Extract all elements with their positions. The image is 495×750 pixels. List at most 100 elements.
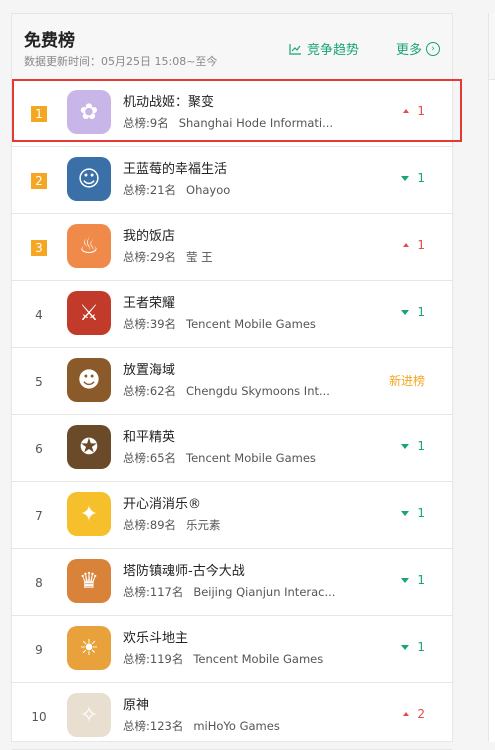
rank-number: 8	[35, 576, 43, 590]
overall-rank: 总榜:21名	[123, 183, 177, 197]
chevron-right-icon: ›	[426, 41, 441, 56]
app-name[interactable]: 原神	[123, 694, 149, 713]
update-time: 数据更新时间：05月25日 15:08~至今	[24, 55, 218, 68]
fantasy-hero-icon[interactable]: ♛	[67, 559, 111, 603]
overall-rank: 总榜:62名	[123, 384, 177, 398]
list-item[interactable]: 2 ☺ 王蓝莓的幸福生活 总榜:21名 Ohayoo 1	[12, 147, 452, 214]
panel-header: 免费榜 数据更新时间：05月25日 15:08~至今 竞争趋势 更多 ›	[12, 14, 452, 81]
rank-change-value: 1	[417, 439, 425, 453]
app-name[interactable]: 开心消消乐®	[123, 493, 201, 512]
anime-girl-icon[interactable]: ✿	[67, 90, 111, 134]
app-name[interactable]: 和平精英	[123, 426, 175, 445]
overall-rank: 总榜:117名	[123, 585, 184, 599]
arrow-down-icon	[401, 510, 410, 516]
more-label: 更多	[396, 43, 423, 58]
rank-change: 1	[403, 238, 425, 252]
app-name[interactable]: 放置海域	[123, 359, 175, 378]
chick-icon[interactable]: ✦	[67, 492, 111, 536]
overall-rank: 总榜:123名	[123, 719, 184, 733]
rank-change-value: 1	[417, 104, 425, 118]
app-name[interactable]: 王蓝莓的幸福生活	[123, 158, 227, 177]
developer-name: miHoYo Games	[193, 719, 280, 733]
rank-number: 6	[35, 442, 43, 456]
rank-number: 5	[35, 375, 43, 389]
app-meta: 总榜:123名 miHoYo Games	[123, 718, 280, 734]
arrow-up-icon	[403, 712, 410, 716]
app-name[interactable]: 王者荣耀	[123, 292, 175, 311]
hero-warrior-icon[interactable]: ⚔	[67, 291, 111, 335]
developer-name: Chengdu Skymoons Int...	[186, 384, 330, 398]
developer-name: Ohayoo	[186, 183, 231, 197]
rank-change-value: 1	[417, 640, 425, 654]
rank-change: 1	[401, 506, 425, 520]
soldier-icon[interactable]: ✪	[67, 425, 111, 469]
cartoon-boy-icon[interactable]: ☺	[67, 157, 111, 201]
app-meta: 总榜:62名 Chengdu Skymoons Int...	[123, 383, 330, 399]
rank-change: 1	[401, 640, 425, 654]
arrow-down-icon	[401, 644, 410, 650]
fairy-icon[interactable]: ✧	[67, 693, 111, 737]
arrow-down-icon	[401, 443, 410, 449]
man-portrait-icon[interactable]: ☻	[67, 358, 111, 402]
overall-rank: 总榜:89名	[123, 518, 177, 532]
app-meta: 总榜:65名 Tencent Mobile Games	[123, 450, 316, 466]
rank-number: 1	[31, 106, 47, 122]
arrow-down-icon	[401, 309, 410, 315]
list-item[interactable]: 6 ✪ 和平精英 总榜:65名 Tencent Mobile Games 1	[12, 415, 452, 482]
overall-rank: 总榜:29名	[123, 250, 177, 264]
arrow-down-icon	[401, 175, 410, 181]
overall-rank: 总榜:65名	[123, 451, 177, 465]
app-name[interactable]: 机动战姬：聚变	[123, 91, 214, 110]
list-item[interactable]: 3 ♨ 我的饭店 总榜:29名莹 王 1	[12, 214, 452, 281]
rank-change-value: 2	[417, 707, 425, 721]
overall-rank: 总榜:119名	[123, 652, 184, 666]
list-item[interactable]: 9 ☀ 欢乐斗地主 总榜:119名 Tencent Mobile Games 1	[12, 616, 452, 683]
list-item[interactable]: 1 ✿ 机动战姬：聚变 总榜:9名 Shanghai Hode Informati…	[12, 80, 452, 147]
panel-title: 免费榜	[24, 31, 75, 51]
rank-number: 9	[35, 643, 43, 657]
chef-girl-icon[interactable]: ♨	[67, 224, 111, 268]
app-meta: 总榜:9名 Shanghai Hode Informati...	[123, 115, 333, 131]
arrow-down-icon	[401, 577, 410, 583]
developer-name: Tencent Mobile Games	[186, 317, 316, 331]
farmer-icon[interactable]: ☀	[67, 626, 111, 670]
app-meta: 总榜:119名 Tencent Mobile Games	[123, 651, 323, 667]
list-item[interactable]: 4 ⚔ 王者荣耀 总榜:39名 Tencent Mobile Games 1	[12, 281, 452, 348]
app-name[interactable]: 我的饭店	[123, 225, 175, 244]
rank-change-value: 1	[417, 171, 425, 185]
app-meta: 总榜:39名 Tencent Mobile Games	[123, 316, 316, 332]
rank-number: 10	[31, 710, 47, 724]
developer-name: Shanghai Hode Informati...	[178, 116, 334, 130]
app-meta: 总榜:117名 Beijing Qianjun Interac...	[123, 584, 335, 600]
rank-change: 新进榜	[389, 372, 425, 389]
rank-change-value: 新进榜	[388, 374, 425, 388]
trend-label: 竞争趋势	[307, 43, 360, 58]
ranking-list: 1 ✿ 机动战姬：聚变 总榜:9名 Shanghai Hode Informati…	[12, 80, 452, 750]
adjacent-panel	[488, 13, 495, 742]
rank-change-value: 1	[417, 573, 425, 587]
app-name[interactable]: 欢乐斗地主	[123, 627, 188, 646]
rank-change-value: 1	[417, 506, 425, 520]
list-item[interactable]: 10 ✧ 原神 总榜:123名 miHoYo Games 2	[12, 683, 452, 750]
app-meta: 总榜:89名 乐元素	[123, 517, 221, 533]
line-chart-icon	[289, 43, 301, 55]
app-meta: 总榜:21名 Ohayoo	[123, 182, 230, 198]
trend-link[interactable]: 竞争趋势	[289, 39, 359, 58]
developer-name: Tencent Mobile Games	[186, 451, 316, 465]
overall-rank: 总榜:9名	[123, 116, 169, 130]
developer-name: 莹 王	[186, 250, 213, 264]
list-item[interactable]: 7 ✦ 开心消消乐® 总榜:89名 乐元素 1	[12, 482, 452, 549]
rank-number: 7	[35, 509, 43, 523]
rank-change: 1	[401, 573, 425, 587]
app-meta: 总榜:29名莹 王	[123, 249, 213, 265]
rank-change-value: 1	[417, 238, 425, 252]
rank-change-value: 1	[417, 305, 425, 319]
more-link[interactable]: 更多 ›	[396, 39, 441, 58]
list-item[interactable]: 8 ♛ 塔防镇魂师-古今大战 总榜:117名 Beijing Qianjun In…	[12, 549, 452, 616]
rank-change: 1	[401, 171, 425, 185]
arrow-up-icon	[403, 243, 410, 247]
app-name[interactable]: 塔防镇魂师-古今大战	[123, 560, 245, 579]
rank-number: 4	[35, 308, 43, 322]
rank-change: 1	[401, 439, 425, 453]
list-item[interactable]: 5 ☻ 放置海域 总榜:62名 Chengdu Skymoons Int... 新…	[12, 348, 452, 415]
